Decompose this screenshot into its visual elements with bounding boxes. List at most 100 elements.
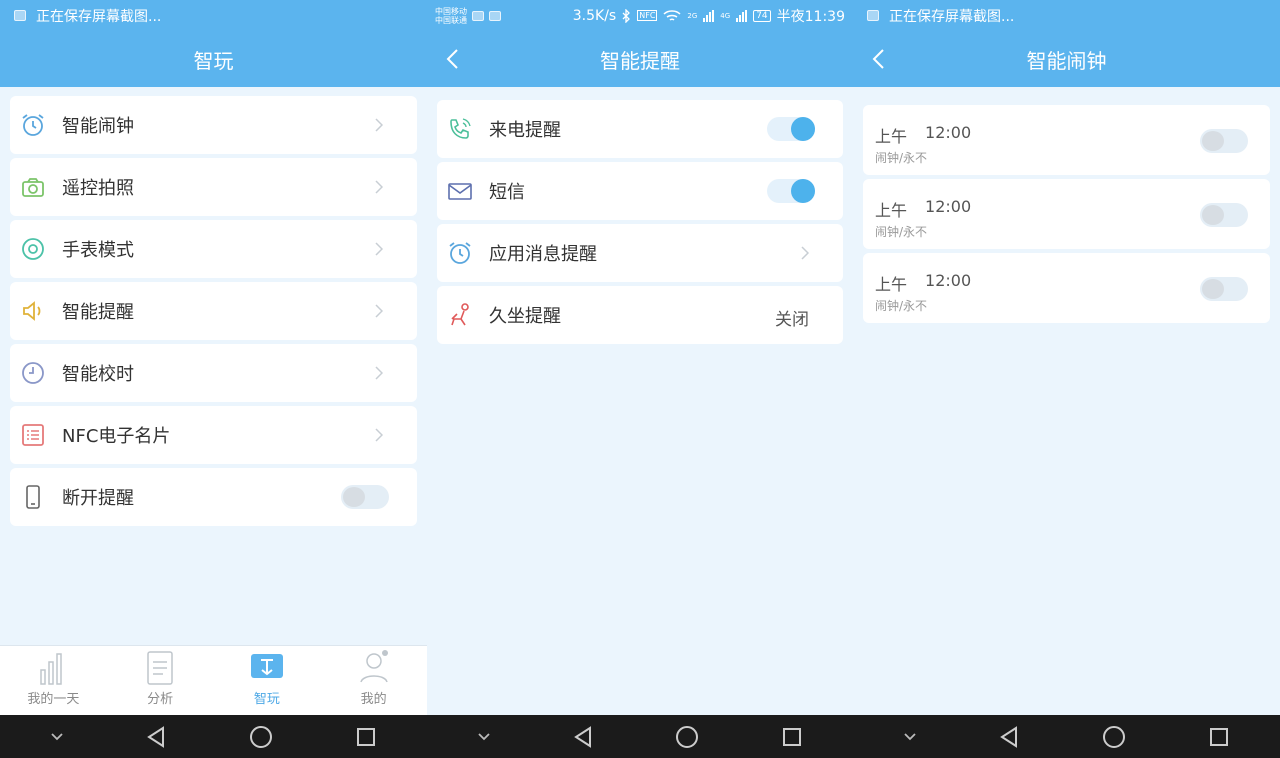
recents-square-icon[interactable] xyxy=(781,726,803,748)
tab-label: 我的一天 xyxy=(27,692,80,707)
back-triangle-icon[interactable] xyxy=(572,725,594,749)
list-item-label: 短信 xyxy=(489,182,525,203)
list-item-label: 智能闹钟 xyxy=(62,116,134,137)
alarm-list: 上午 12:00 闹钟/永不 上午 12:00 闹钟/永不 上午 12:00 闹钟/永… xyxy=(863,105,1270,327)
list-item-label: 来电提醒 xyxy=(489,120,561,141)
status-bar: 正在保存屏幕截图... xyxy=(853,0,1280,31)
recents-square-icon[interactable] xyxy=(1208,726,1230,748)
network-2g: 2G xyxy=(687,11,698,20)
page-title-bar: 智能提醒 xyxy=(427,31,853,87)
screenshot-icon xyxy=(867,10,879,21)
speaker-icon xyxy=(20,298,46,324)
alarm-period: 上午 xyxy=(875,201,908,220)
list-item-label: 手表模式 xyxy=(62,240,134,261)
chevron-down-icon[interactable] xyxy=(477,732,491,742)
alarm-clock-icon xyxy=(20,112,46,138)
back-arrow-icon[interactable] xyxy=(445,48,459,70)
panel-smart-play: 正在保存屏幕截图... 智玩 智能闹钟 遥控拍照 手表模式 智能提醒 智能校时 … xyxy=(0,0,427,758)
carrier-2: 中国联通 xyxy=(435,15,467,25)
list-item-remote-photo[interactable]: 遥控拍照 xyxy=(10,158,417,216)
screenshot-icon xyxy=(14,10,26,21)
alarm-item[interactable]: 上午 12:00 闹钟/永不 xyxy=(863,179,1270,249)
panel-smart-alarm: 正在保存屏幕截图... 智能闹钟 上午 12:00 闹钟/永不 上午 12:00 闹… xyxy=(853,0,1280,758)
list-item-watch-mode[interactable]: 手表模式 xyxy=(10,220,417,278)
tab-label: 我的 xyxy=(360,692,387,707)
phone-icon xyxy=(20,484,46,510)
notification-icon xyxy=(472,10,484,21)
status-bar: 正在保存屏幕截图... xyxy=(0,0,427,31)
page-title: 智能闹钟 xyxy=(1026,48,1107,73)
sms-toggle[interactable] xyxy=(767,179,815,203)
chevron-down-icon[interactable] xyxy=(50,732,64,742)
page-title: 智玩 xyxy=(0,31,427,87)
list-item-label: 遥控拍照 xyxy=(62,178,134,199)
carrier-names: 中国移动 中国联通 xyxy=(435,7,467,25)
page-title-bar: 智能闹钟 xyxy=(853,31,1280,87)
wifi-icon xyxy=(663,9,681,21)
home-circle-icon[interactable] xyxy=(1101,724,1127,750)
clock-time: 半夜11:39 xyxy=(776,8,845,25)
smart-play-icon xyxy=(250,654,283,678)
alarm-period: 上午 xyxy=(875,127,908,146)
system-nav-bar xyxy=(427,715,853,758)
back-triangle-icon[interactable] xyxy=(145,725,167,749)
list-item-smart-reminder[interactable]: 智能提醒 xyxy=(10,282,417,340)
list-item-label: 智能提醒 xyxy=(62,302,134,323)
chevron-right-icon xyxy=(375,428,383,442)
battery-icon: 74 xyxy=(753,9,771,22)
list-item-label: 智能校时 xyxy=(62,364,134,385)
screenshot-icon xyxy=(489,10,501,21)
tab-label: 智玩 xyxy=(253,692,280,707)
carrier-1: 中国移动 xyxy=(435,6,467,16)
list-card-icon xyxy=(20,422,46,448)
status-text: 正在保存屏幕截图... xyxy=(36,8,162,25)
sitting-person-icon xyxy=(447,302,473,328)
system-nav-bar xyxy=(853,715,1280,758)
alarm-time: 12:00 xyxy=(925,197,972,216)
bottom-tab-bar: 我的一天 分析 智玩 我的 xyxy=(0,645,427,715)
status-text: 正在保存屏幕截图... xyxy=(889,8,1015,25)
alarm-time: 12:00 xyxy=(925,271,972,290)
home-circle-icon[interactable] xyxy=(674,724,700,750)
back-arrow-icon[interactable] xyxy=(871,48,885,70)
tab-my-day[interactable]: 我的一天 xyxy=(0,646,107,715)
envelope-icon xyxy=(447,178,473,204)
chevron-right-icon xyxy=(801,246,809,260)
alarm-toggle[interactable] xyxy=(1200,129,1248,153)
disconnect-reminder-toggle[interactable] xyxy=(341,485,389,509)
tab-label: 分析 xyxy=(147,692,174,707)
system-nav-bar xyxy=(0,715,427,758)
chevron-down-icon[interactable] xyxy=(903,732,917,742)
back-triangle-icon[interactable] xyxy=(998,725,1020,749)
list-item-sedentary[interactable]: 久坐提醒 关闭 xyxy=(437,286,843,344)
recents-square-icon[interactable] xyxy=(355,726,377,748)
feature-list: 智能闹钟 遥控拍照 手表模式 智能提醒 智能校时 NFC电子名片 断开提醒 xyxy=(10,96,417,530)
call-reminder-toggle[interactable] xyxy=(767,117,815,141)
list-item-label: 应用消息提醒 xyxy=(489,244,597,265)
chevron-right-icon xyxy=(375,118,383,132)
page-title: 智能提醒 xyxy=(600,48,680,73)
camera-icon xyxy=(20,174,46,200)
tab-analysis[interactable]: 分析 xyxy=(107,646,214,715)
bar-chart-icon xyxy=(40,653,63,685)
list-item-smart-alarm[interactable]: 智能闹钟 xyxy=(10,96,417,154)
alarm-item[interactable]: 上午 12:00 闹钟/永不 xyxy=(863,105,1270,175)
tab-mine[interactable]: 我的 xyxy=(320,646,427,715)
alarm-toggle[interactable] xyxy=(1200,277,1248,301)
report-icon xyxy=(147,651,173,685)
home-circle-icon[interactable] xyxy=(248,724,274,750)
chevron-right-icon xyxy=(375,366,383,380)
list-item-app-notify[interactable]: 应用消息提醒 xyxy=(437,224,843,282)
list-item-time-sync[interactable]: 智能校时 xyxy=(10,344,417,402)
alarm-toggle[interactable] xyxy=(1200,203,1248,227)
network-speed: 3.5K/s xyxy=(572,7,617,24)
alarm-item[interactable]: 上午 12:00 闹钟/永不 xyxy=(863,253,1270,323)
clock-icon xyxy=(20,360,46,386)
alarm-time: 12:00 xyxy=(925,123,972,142)
bluetooth-icon xyxy=(622,8,631,23)
list-item-label: 断开提醒 xyxy=(62,488,134,509)
status-bar: 中国移动 中国联通 3.5K/s NFC 2G 4G 74 半夜11:39 xyxy=(427,0,853,31)
list-item-nfc-card[interactable]: NFC电子名片 xyxy=(10,406,417,464)
tab-smart-play[interactable]: 智玩 xyxy=(214,646,321,715)
signal-icon xyxy=(736,9,748,22)
